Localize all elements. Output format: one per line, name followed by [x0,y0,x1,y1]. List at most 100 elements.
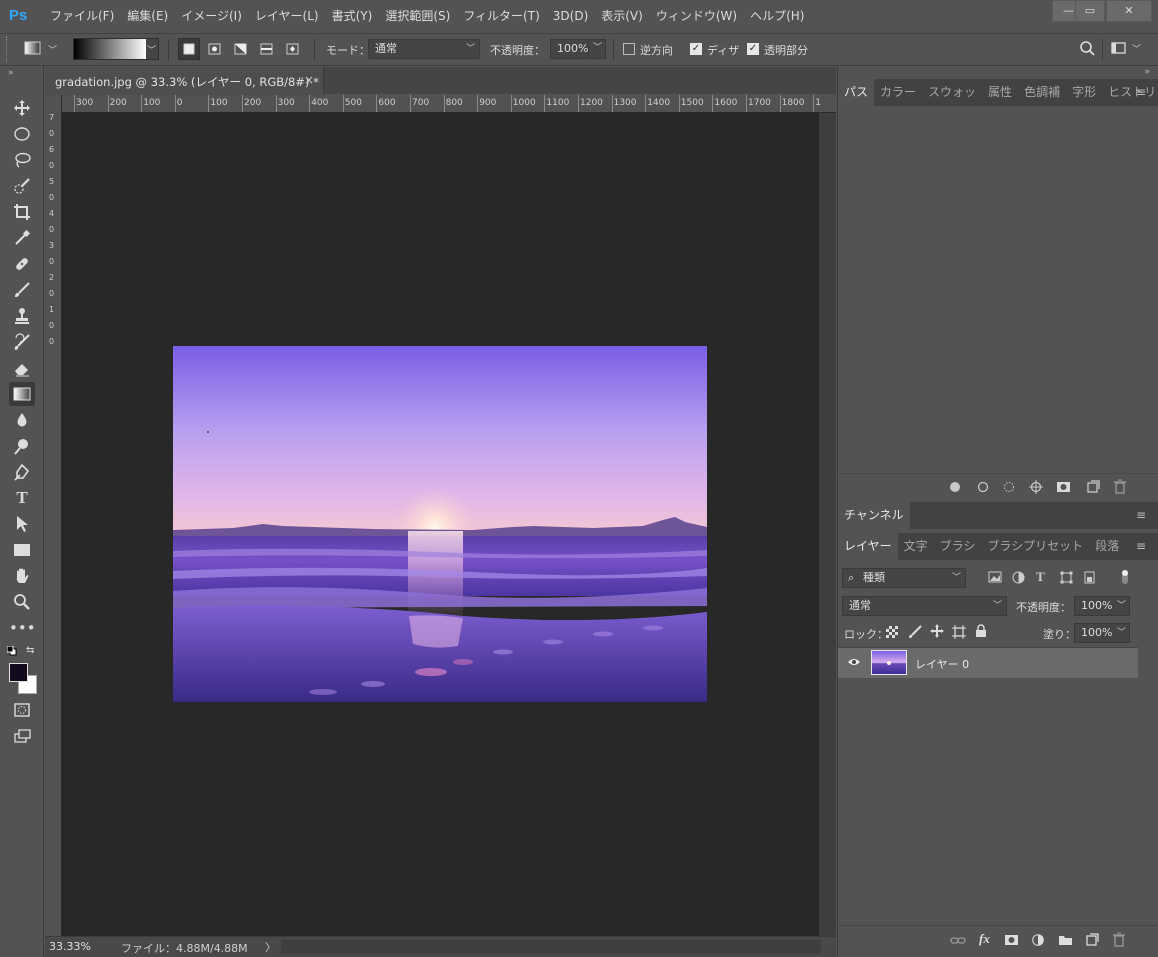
mode-select[interactable]: 通常 ﹀ [368,39,480,59]
zoom-level[interactable]: 33.33% [49,940,91,953]
clone-stamp-tool[interactable] [9,304,35,328]
layer-opacity-input[interactable]: 100% ﹀ [1074,596,1130,616]
dodge-tool[interactable] [9,434,35,458]
eraser-tool[interactable] [9,356,35,380]
hand-tool[interactable] [9,564,35,588]
layer-fill-input[interactable]: 100% ﹀ [1074,623,1130,643]
zoom-tool[interactable] [9,590,35,614]
horizontal-scrollbar[interactable] [281,940,821,954]
panel-menu-icon[interactable]: ≡ [1136,508,1146,522]
dither-checkbox[interactable]: ✓ [690,43,702,55]
tab-character[interactable]: 文字 [898,533,934,560]
opacity-dropdown-button[interactable]: ﹀ [588,39,606,59]
tab-layers[interactable]: レイヤー [838,533,898,560]
lock-transparent-pixels-icon[interactable] [886,626,898,638]
trash-icon[interactable] [1113,479,1127,495]
fill-path-icon[interactable] [948,480,962,494]
panel-menu-icon[interactable]: ≡ [1136,539,1146,553]
maximize-button[interactable]: ▭ [1075,0,1105,22]
lasso-tool[interactable] [9,148,35,172]
smart-object-filter-icon[interactable] [1084,571,1096,584]
new-adjustment-layer-icon[interactable] [1032,934,1046,948]
delete-layer-trash-icon[interactable] [1112,932,1126,948]
horizontal-ruler[interactable]: 300 200 100 0 100 200 300 400 500 600 700 800 900 100… [62,95,836,113]
menu-edit[interactable]: 編集(E) [123,8,172,25]
close-tab-icon[interactable]: × [304,73,314,87]
reverse-checkbox[interactable] [623,43,635,55]
collapse-arrows-icon[interactable]: » [8,68,14,78]
layer-thumbnail[interactable] [871,650,907,675]
menu-3d[interactable]: 3D(D) [549,8,592,25]
type-layer-filter-icon[interactable]: T [1036,569,1045,585]
collapse-arrows-icon[interactable]: » [1144,67,1150,77]
menu-type[interactable]: 書式(Y) [328,8,377,25]
layer-filter-kind[interactable]: ⌕ 種類 ﹀ [842,568,966,588]
menu-filter[interactable]: フィルター(T) [459,8,543,25]
marquee-tool[interactable] [9,122,35,146]
diamond-gradient-button[interactable] [282,38,304,60]
document-image[interactable] [173,346,707,702]
stroke-path-icon[interactable] [976,480,990,494]
new-group-folder-icon[interactable] [1058,934,1073,946]
make-work-path-icon[interactable] [1028,479,1044,495]
tab-color[interactable]: カラー [874,79,922,106]
healing-brush-tool[interactable] [9,252,35,276]
tab-brush-presets[interactable]: ブラシプリセット [981,533,1089,560]
search-button[interactable] [1078,40,1098,58]
add-mask-icon[interactable] [1056,480,1071,494]
layer-style-fx-icon[interactable]: fx [979,931,990,947]
pen-tool[interactable] [9,460,35,484]
default-colors-button[interactable] [6,645,17,656]
load-selection-icon[interactable] [1002,480,1016,494]
link-layers-icon[interactable] [950,935,966,947]
crop-tool[interactable] [9,200,35,224]
reflected-gradient-button[interactable] [256,38,278,60]
shape-layer-filter-icon[interactable] [1060,571,1073,584]
quick-selection-tool[interactable] [9,174,35,198]
menu-help[interactable]: ヘルプ(H) [746,8,808,25]
workspace-switcher[interactable]: ﹀ [1111,41,1143,57]
tab-paragraph[interactable]: 段落 [1089,533,1125,560]
add-layer-mask-icon[interactable] [1004,934,1019,946]
angle-gradient-button[interactable] [230,38,252,60]
path-selection-tool[interactable] [9,512,35,536]
chevron-down-icon[interactable]: ﹀ [147,43,156,56]
menu-layer[interactable]: レイヤー(L) [251,8,323,25]
radial-gradient-button[interactable] [204,38,226,60]
tool-preset-picker[interactable] [24,40,42,56]
vertical-scrollbar[interactable] [819,113,836,936]
lock-image-pixels-icon[interactable] [908,625,922,639]
quick-mask-button[interactable] [9,698,35,722]
adjustment-layer-filter-icon[interactable] [1012,571,1025,584]
options-bar-grip[interactable] [6,36,10,62]
panel-menu-icon[interactable]: ≡ [1136,85,1146,99]
tab-history[interactable]: ヒストリ [1102,79,1158,106]
foreground-color-swatch[interactable] [9,663,28,682]
tab-properties[interactable]: 属性 [982,79,1018,106]
menu-view[interactable]: 表示(V) [597,8,647,25]
lock-position-icon[interactable] [930,624,944,638]
tab-adjustments[interactable]: 色調補 [1018,79,1066,106]
gradient-tool[interactable] [9,382,35,406]
tab-paths[interactable]: パス [838,79,875,106]
history-brush-tool[interactable] [9,330,35,354]
new-layer-icon[interactable] [1085,933,1099,947]
vertical-ruler[interactable]: 7 0 6 0 5 0 4 0 3 0 2 0 1 0 0 [45,95,62,936]
tab-glyphs[interactable]: 字形 [1066,79,1102,106]
brush-tool[interactable] [9,278,35,302]
blur-tool[interactable] [9,408,35,432]
lock-artboard-icon[interactable] [952,625,966,639]
filter-toggle-icon[interactable] [1120,569,1130,585]
rectangle-tool[interactable] [9,538,35,562]
swap-colors-button[interactable]: ⇆ [26,645,37,656]
linear-gradient-button[interactable] [178,38,200,60]
type-tool[interactable]: T [9,486,35,510]
lock-all-icon[interactable] [975,624,987,638]
layer-blend-mode-select[interactable]: 通常 ﹀ [842,596,1007,616]
menu-window[interactable]: ウィンドウ(W) [652,8,741,25]
close-button[interactable]: ✕ [1106,0,1152,22]
new-path-icon[interactable] [1086,480,1100,494]
screen-mode-button[interactable] [9,724,35,748]
transparency-checkbox[interactable]: ✓ [747,43,759,55]
eye-visibility-icon[interactable] [847,657,861,667]
